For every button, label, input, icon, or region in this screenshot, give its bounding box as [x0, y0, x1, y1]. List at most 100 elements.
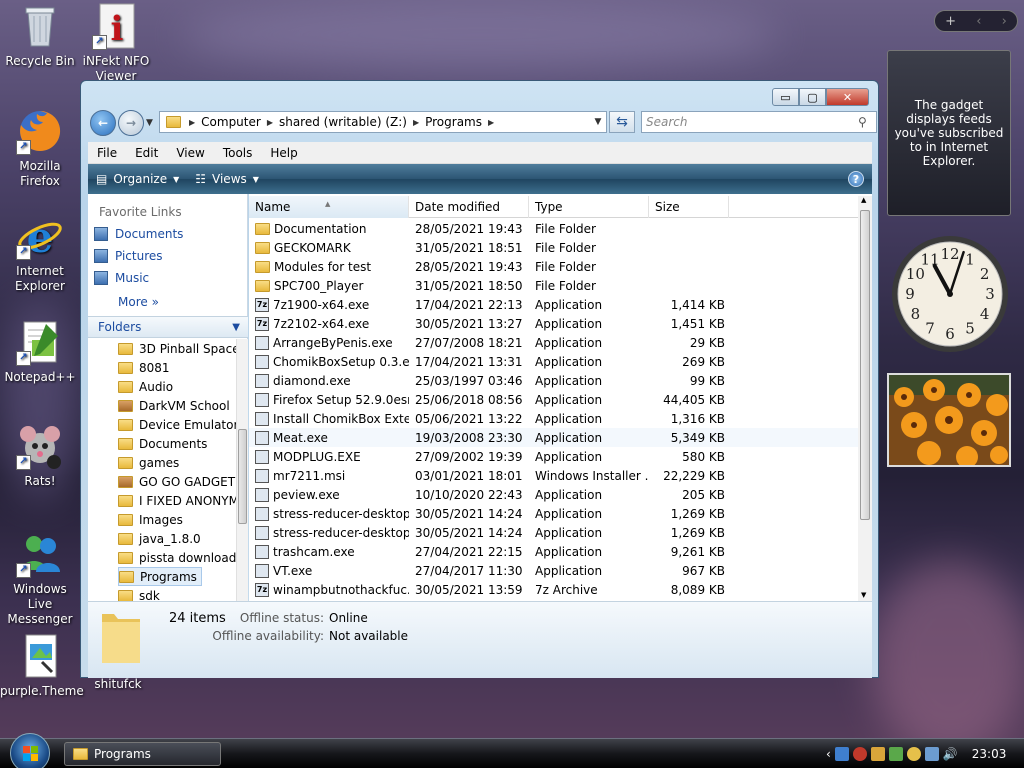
file-row[interactable]: SPC700_Player 31/05/2021 18:50 File Folder — [249, 276, 859, 295]
taskbar-clock[interactable]: 23:03 — [972, 747, 1007, 761]
favorite-link-pictures[interactable]: Pictures — [94, 249, 163, 263]
file-row[interactable]: MODPLUG.EXE 27/09/2002 19:39 Application 58… — [249, 447, 859, 466]
close-button[interactable]: ✕ — [826, 88, 869, 106]
breadcrumb-arrow-icon[interactable]: ▶ — [189, 118, 195, 127]
scrollbar-thumb[interactable] — [860, 210, 870, 520]
favorite-link-music[interactable]: Music — [94, 271, 149, 285]
desktop-icon-infekt[interactable]: i ↗ iNFekt NFO Viewer — [76, 2, 156, 84]
file-row[interactable]: stress-reducer-desktop... 30/05/2021 14:2… — [249, 504, 859, 523]
next-gadget-button[interactable]: › — [1002, 14, 1007, 29]
breadcrumb-computer[interactable]: Computer — [201, 115, 261, 129]
file-row[interactable]: GECKOMARK 31/05/2021 18:51 File Folder — [249, 238, 859, 257]
file-row[interactable]: Documentation 28/05/2021 19:43 File Folder — [249, 219, 859, 238]
column-header-type[interactable]: Type — [529, 196, 649, 218]
column-header-name[interactable]: Name ▲ — [249, 196, 409, 218]
security-alert-icon[interactable] — [852, 747, 867, 761]
folder-tree-item[interactable]: GO GO GADGET — [118, 472, 235, 491]
menu-view[interactable]: View — [167, 146, 213, 160]
folder-tree-item[interactable]: 8081 — [118, 358, 170, 377]
file-row[interactable]: trashcam.exe 27/04/2021 22:15 Application 9… — [249, 542, 859, 561]
maximize-button[interactable]: ▢ — [799, 88, 826, 106]
more-links[interactable]: More » — [118, 295, 159, 309]
volume-icon[interactable]: 🔊 — [943, 747, 958, 761]
shield-icon[interactable] — [870, 747, 885, 761]
slideshow-gadget[interactable] — [887, 373, 1011, 467]
menu-help[interactable]: Help — [261, 146, 306, 160]
desktop-icon-purple-theme[interactable]: purple.Theme — [0, 632, 84, 699]
file-list-scrollbar[interactable]: ▲ ▼ — [858, 196, 872, 601]
file-row[interactable]: Modules for test 28/05/2021 19:43 File Fol… — [249, 257, 859, 276]
folder-tree-scrollbar[interactable] — [236, 339, 248, 601]
desktop-icon-notepadpp[interactable]: ↗ Notepad++ — [0, 318, 80, 385]
file-row[interactable]: peview.exe 10/10/2020 22:43 Application 205… — [249, 485, 859, 504]
scrollbar-thumb[interactable] — [238, 429, 247, 524]
messenger-tray-icon[interactable] — [888, 747, 903, 761]
folder-tree-item[interactable]: DarkVM School — [118, 396, 230, 415]
menu-file[interactable]: File — [88, 146, 126, 160]
column-header-size[interactable]: Size — [649, 196, 729, 218]
minimize-button[interactable]: ▭ — [772, 88, 799, 106]
add-gadget-button[interactable]: + — [945, 14, 956, 29]
folder-tree-item[interactable]: Programs — [118, 567, 202, 586]
folder-tree-item[interactable]: 3D Pinball Space — [118, 339, 236, 358]
breadcrumb-programs[interactable]: Programs — [425, 115, 482, 129]
menu-edit[interactable]: Edit — [126, 146, 167, 160]
forward-button[interactable]: → — [118, 110, 144, 136]
desktop-icon-rats[interactable]: ↗ Rats! — [0, 422, 80, 489]
folder-tree-item[interactable]: Documents — [118, 434, 207, 453]
search-input[interactable]: Search ⚲ — [641, 111, 877, 133]
column-header-date[interactable]: Date modified — [409, 196, 529, 218]
file-row[interactable]: Meat.exe 19/03/2008 23:30 Application 5,349… — [249, 428, 859, 447]
desktop-icon-firefox[interactable]: ↗ Mozilla Firefox — [0, 107, 80, 189]
search-icon[interactable]: ⚲ — [858, 115, 876, 129]
breadcrumb-arrow-icon[interactable]: ▶ — [267, 118, 273, 127]
folder-tree-item[interactable]: sdk — [118, 586, 160, 601]
file-row[interactable]: Firefox Setup 52.9.0esr.... 25/06/2018 08… — [249, 390, 859, 409]
favorite-link-documents[interactable]: Documents — [94, 227, 183, 241]
folder-tree-item[interactable]: games — [118, 453, 179, 472]
clock-gadget[interactable]: 1 2 3 4 5 6 7 8 9 10 11 12 — [889, 232, 1011, 356]
views-button[interactable]: ☷ Views ▼ — [187, 172, 267, 186]
breadcrumb-shared-drive[interactable]: shared (writable) (Z:) — [279, 115, 407, 129]
app-tray-icon[interactable] — [906, 747, 921, 761]
taskbar-item-programs[interactable]: Programs — [64, 742, 221, 766]
file-row[interactable]: mr7211.msi 03/01/2021 18:01 Windows Instal… — [249, 466, 859, 485]
monitor-icon[interactable] — [924, 747, 939, 761]
show-hidden-icons-chevron-icon[interactable]: ‹ — [826, 747, 831, 761]
folder-tree-item[interactable]: Images — [118, 510, 183, 529]
network-icon[interactable] — [834, 747, 849, 761]
file-row[interactable]: Install ChomikBox Exte... 05/06/2021 13:2… — [249, 409, 859, 428]
file-row[interactable]: ArrangeByPenis.exe 27/07/2008 18:21 Applic… — [249, 333, 859, 352]
feed-headlines-gadget[interactable]: The gadget displays feeds you've subscri… — [887, 50, 1011, 216]
file-row[interactable]: stress-reducer-desktop... 30/05/2021 14:2… — [249, 523, 859, 542]
folders-header[interactable]: Folders ▼ — [88, 316, 248, 338]
address-bar[interactable]: ▶ Computer ▶ shared (writable) (Z:) ▶ Pr… — [159, 111, 607, 133]
file-row[interactable]: VT.exe 27/04/2017 11:30 Application 967 KB — [249, 561, 859, 580]
scroll-down-icon[interactable]: ▼ — [861, 591, 866, 599]
prev-gadget-button[interactable]: ‹ — [976, 14, 981, 29]
desktop-icon-internet-explorer[interactable]: e ↗ Internet Explorer — [0, 212, 80, 294]
breadcrumb-arrow-icon[interactable]: ▶ — [488, 118, 494, 127]
desktop-icon-recycle-bin[interactable]: Recycle Bin — [0, 2, 80, 69]
folder-tree-item[interactable]: Device Emulator — [118, 415, 236, 434]
back-button[interactable]: ← — [90, 110, 116, 136]
start-button[interactable] — [10, 733, 50, 768]
folder-tree-item[interactable]: I FIXED ANONYM — [118, 491, 236, 510]
folder-tree-item[interactable]: Audio — [118, 377, 173, 396]
address-dropdown-icon[interactable]: ▼ — [590, 117, 606, 127]
desktop-icon-live-messenger[interactable]: ↗ Windows Live Messenger — [0, 530, 80, 627]
file-row[interactable]: ChomikBoxSetup 0.3.exe 17/04/2021 13:31 Ap… — [249, 352, 859, 371]
breadcrumb-arrow-icon[interactable]: ▶ — [413, 118, 419, 127]
refresh-button[interactable]: ⇆ — [609, 111, 635, 133]
folder-tree-item[interactable]: java_1.8.0 — [118, 529, 201, 548]
menu-tools[interactable]: Tools — [214, 146, 262, 160]
folder-tree-item[interactable]: pissta download — [118, 548, 236, 567]
scroll-up-icon[interactable]: ▲ — [861, 196, 866, 204]
file-row[interactable]: 7z winampbutnothackfuc... 30/05/2021 13:59… — [249, 580, 859, 599]
organize-button[interactable]: ▤ Organize ▼ — [88, 172, 187, 186]
file-row[interactable]: diamond.exe 25/03/1997 03:46 Application 99… — [249, 371, 859, 390]
recent-pages-dropdown[interactable]: ▼ — [146, 118, 153, 128]
file-row[interactable]: 7z 7z1900-x64.exe 17/04/2021 22:13 Applicat… — [249, 295, 859, 314]
file-row[interactable]: 7z 7z2102-x64.exe 30/05/2021 13:27 Applicat… — [249, 314, 859, 333]
help-button[interactable]: ? — [848, 171, 864, 187]
